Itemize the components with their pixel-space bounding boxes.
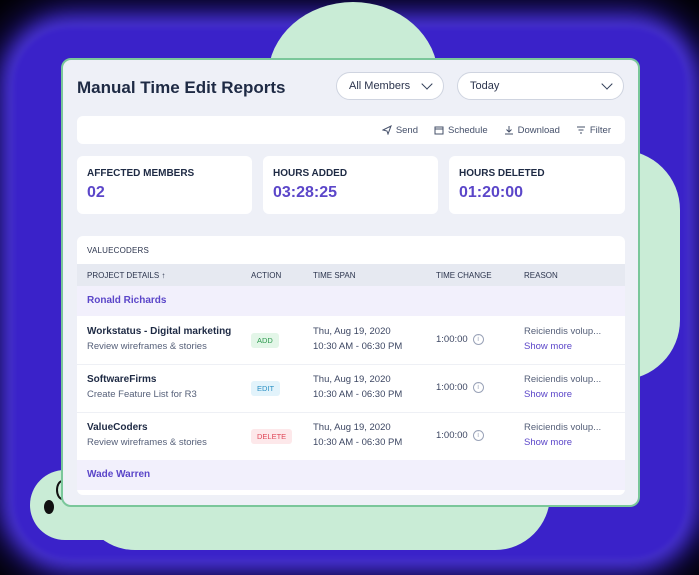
time-change-value: 1:00:00 bbox=[436, 430, 468, 441]
stat-value: 03:28:25 bbox=[273, 184, 338, 201]
info-icon[interactable]: i bbox=[472, 382, 484, 393]
chevron-down-icon bbox=[601, 78, 613, 90]
report-table: VALUECODERS PROJECT DETAILS ↑ ACTION TIM… bbox=[77, 236, 625, 495]
stat-hours-added: HOURS ADDED 03:28:25 bbox=[263, 156, 438, 214]
column-time-change: TIME CHANGE bbox=[436, 271, 492, 280]
action-badge: DELETE bbox=[251, 429, 293, 444]
project-name: ValueCoders bbox=[87, 422, 148, 433]
project-name: SoftwareFirms bbox=[87, 374, 157, 385]
organization-label: VALUECODERS bbox=[87, 246, 150, 255]
chevron-down-icon bbox=[421, 78, 433, 90]
stat-affected-members: AFFECTED MEMBERS 02 bbox=[77, 156, 252, 214]
span-time: 10:30 AM - 06:30 PM bbox=[313, 389, 403, 400]
reason-text: Reiciendis volup... bbox=[524, 374, 602, 385]
schedule-button[interactable]: Schedule bbox=[434, 125, 488, 136]
span-date: Thu, Aug 19, 2020 bbox=[313, 374, 391, 385]
report-card: Manual Time Edit Reports All Members Tod… bbox=[61, 58, 640, 507]
span-time: 10:30 AM - 06:30 PM bbox=[313, 437, 403, 448]
info-icon[interactable]: i bbox=[472, 334, 484, 345]
action-badge: ADD bbox=[251, 333, 279, 348]
project-name: Workstatus - Digital marketing bbox=[87, 326, 232, 337]
filter-label: Filter bbox=[589, 124, 611, 136]
stat-label: HOURS ADDED bbox=[273, 168, 348, 179]
send-label: Send bbox=[395, 124, 418, 136]
date-dropdown[interactable]: Today bbox=[457, 72, 624, 100]
filter-icon bbox=[576, 126, 585, 134]
reason-text: Reiciendis volup... bbox=[524, 326, 602, 337]
send-button[interactable]: Send bbox=[381, 124, 418, 136]
member-group-header: Ronald Richards bbox=[77, 286, 625, 316]
task-name: Create Feature List for R3 bbox=[87, 389, 197, 400]
reason-text: Reiciendis volup... bbox=[524, 422, 602, 433]
column-time-span: TIME SPAN bbox=[313, 271, 356, 280]
stat-value: 02 bbox=[87, 184, 105, 201]
filter-button[interactable]: Filter bbox=[576, 125, 611, 136]
time-change-value: 1:00:00 bbox=[436, 334, 468, 345]
member-group-header: Wade Warren bbox=[77, 460, 625, 490]
stat-hours-deleted: HOURS DELETED 01:20:00 bbox=[449, 156, 625, 214]
members-dropdown-value: All Members bbox=[349, 80, 411, 92]
task-name: Review wireframes & stories bbox=[87, 437, 207, 448]
schedule-label: Schedule bbox=[448, 124, 488, 136]
table-row: Workstatus - Digital marketing Review wi… bbox=[77, 316, 625, 365]
date-dropdown-value: Today bbox=[470, 80, 500, 92]
column-reason: REASON bbox=[524, 271, 558, 280]
time-change-value: 1:00:00 bbox=[436, 382, 468, 393]
time-change: 1:00:00 i bbox=[436, 334, 484, 345]
show-more-link[interactable]: Show more bbox=[524, 389, 572, 400]
task-name: Review wireframes & stories bbox=[87, 341, 207, 352]
span-date: Thu, Aug 19, 2020 bbox=[313, 326, 391, 337]
column-action: ACTION bbox=[251, 271, 282, 280]
column-project-details[interactable]: PROJECT DETAILS ↑ bbox=[87, 271, 165, 280]
calendar-icon bbox=[434, 126, 444, 135]
send-icon bbox=[381, 125, 392, 135]
toolbar: Send Schedule Download Filter bbox=[77, 116, 625, 144]
table-row: SoftwareFirms Create Feature List for R3… bbox=[77, 364, 625, 413]
decor-dot bbox=[44, 500, 54, 514]
stat-value: 01:20:00 bbox=[459, 184, 524, 201]
stat-label: AFFECTED MEMBERS bbox=[87, 168, 195, 179]
show-more-link[interactable]: Show more bbox=[524, 341, 572, 352]
stat-label: HOURS DELETED bbox=[459, 168, 545, 179]
show-more-link[interactable]: Show more bbox=[524, 437, 572, 448]
download-label: Download bbox=[517, 124, 560, 136]
span-date: Thu, Aug 19, 2020 bbox=[313, 422, 391, 433]
info-icon[interactable]: i bbox=[472, 430, 484, 441]
action-badge: EDIT bbox=[251, 381, 281, 396]
page-title: Manual Time Edit Reports bbox=[77, 78, 286, 97]
table-header: PROJECT DETAILS ↑ ACTION TIME SPAN TIME … bbox=[77, 264, 625, 286]
table-row: ValueCoders Review wireframes & stories … bbox=[77, 412, 625, 461]
members-dropdown[interactable]: All Members bbox=[336, 72, 444, 100]
time-change: 1:00:00 i bbox=[436, 382, 484, 393]
download-button[interactable]: Download bbox=[504, 125, 560, 136]
download-icon bbox=[504, 126, 513, 135]
time-change: 1:00:00 i bbox=[436, 430, 484, 441]
span-time: 10:30 AM - 06:30 PM bbox=[313, 341, 403, 352]
